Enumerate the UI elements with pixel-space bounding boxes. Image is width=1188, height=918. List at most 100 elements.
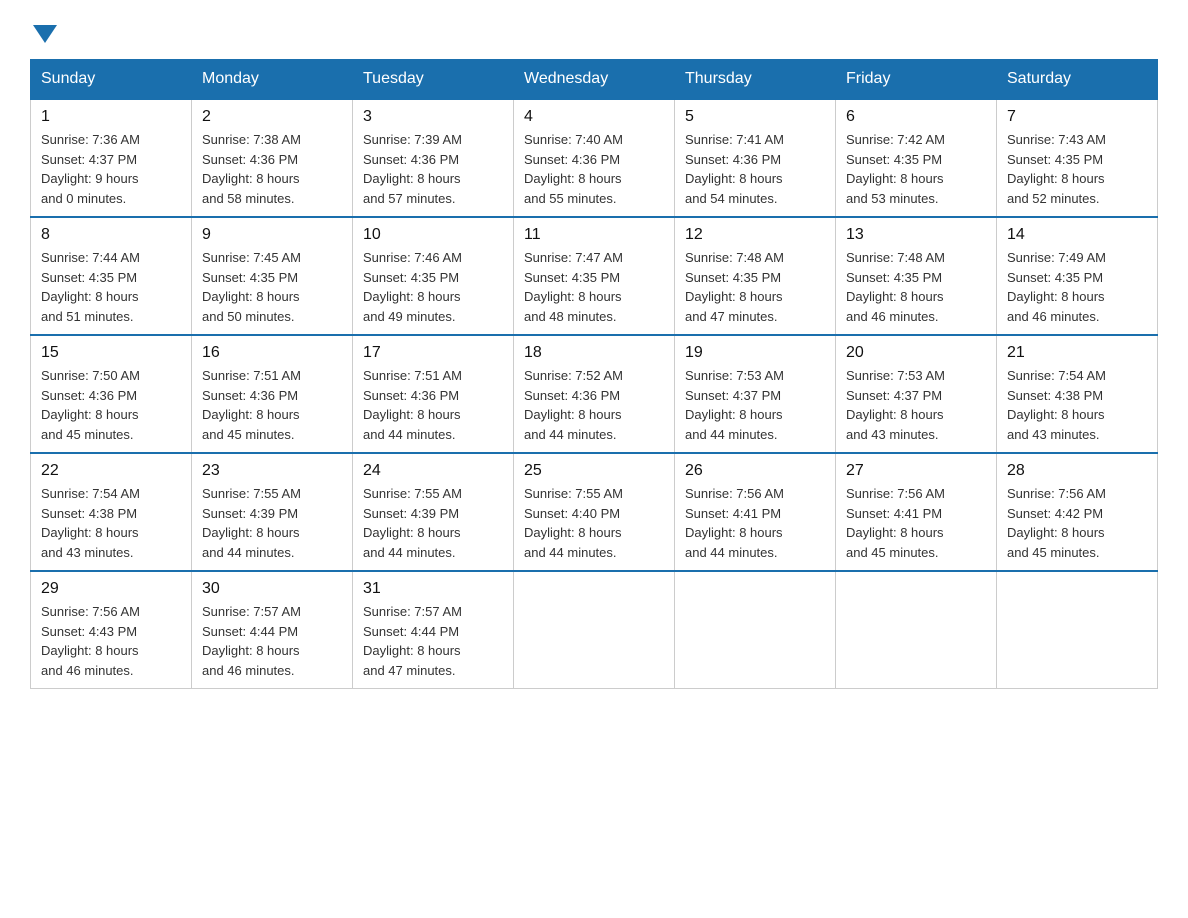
- calendar-cell: 17 Sunrise: 7:51 AMSunset: 4:36 PMDayligh…: [353, 335, 514, 453]
- calendar-cell: 19 Sunrise: 7:53 AMSunset: 4:37 PMDayligh…: [675, 335, 836, 453]
- day-number: 10: [363, 226, 503, 244]
- day-info: Sunrise: 7:41 AMSunset: 4:36 PMDaylight:…: [685, 130, 825, 208]
- calendar-table: SundayMondayTuesdayWednesdayThursdayFrid…: [30, 59, 1158, 689]
- day-number: 15: [41, 344, 181, 362]
- day-number: 7: [1007, 108, 1147, 126]
- week-row-5: 29 Sunrise: 7:56 AMSunset: 4:43 PMDayligh…: [31, 571, 1158, 689]
- day-number: 5: [685, 108, 825, 126]
- day-info: Sunrise: 7:47 AMSunset: 4:35 PMDaylight:…: [524, 248, 664, 326]
- calendar-cell: [514, 571, 675, 689]
- day-info: Sunrise: 7:54 AMSunset: 4:38 PMDaylight:…: [41, 484, 181, 562]
- calendar-cell: 28 Sunrise: 7:56 AMSunset: 4:42 PMDayligh…: [997, 453, 1158, 571]
- day-number: 6: [846, 108, 986, 126]
- day-number: 26: [685, 462, 825, 480]
- day-number: 30: [202, 580, 342, 598]
- column-header-friday: Friday: [836, 60, 997, 100]
- day-info: Sunrise: 7:55 AMSunset: 4:39 PMDaylight:…: [363, 484, 503, 562]
- calendar-cell: 9 Sunrise: 7:45 AMSunset: 4:35 PMDaylight…: [192, 217, 353, 335]
- calendar-cell: 1 Sunrise: 7:36 AMSunset: 4:37 PMDaylight…: [31, 99, 192, 217]
- day-info: Sunrise: 7:43 AMSunset: 4:35 PMDaylight:…: [1007, 130, 1147, 208]
- day-info: Sunrise: 7:36 AMSunset: 4:37 PMDaylight:…: [41, 130, 181, 208]
- day-info: Sunrise: 7:54 AMSunset: 4:38 PMDaylight:…: [1007, 366, 1147, 444]
- calendar-cell: 13 Sunrise: 7:48 AMSunset: 4:35 PMDayligh…: [836, 217, 997, 335]
- day-number: 8: [41, 226, 181, 244]
- calendar-cell: [675, 571, 836, 689]
- column-header-saturday: Saturday: [997, 60, 1158, 100]
- day-number: 2: [202, 108, 342, 126]
- day-info: Sunrise: 7:56 AMSunset: 4:41 PMDaylight:…: [846, 484, 986, 562]
- day-info: Sunrise: 7:45 AMSunset: 4:35 PMDaylight:…: [202, 248, 342, 326]
- calendar-cell: 5 Sunrise: 7:41 AMSunset: 4:36 PMDaylight…: [675, 99, 836, 217]
- calendar-cell: 14 Sunrise: 7:49 AMSunset: 4:35 PMDayligh…: [997, 217, 1158, 335]
- day-info: Sunrise: 7:44 AMSunset: 4:35 PMDaylight:…: [41, 248, 181, 326]
- day-info: Sunrise: 7:49 AMSunset: 4:35 PMDaylight:…: [1007, 248, 1147, 326]
- day-info: Sunrise: 7:50 AMSunset: 4:36 PMDaylight:…: [41, 366, 181, 444]
- calendar-cell: 16 Sunrise: 7:51 AMSunset: 4:36 PMDayligh…: [192, 335, 353, 453]
- calendar-cell: 30 Sunrise: 7:57 AMSunset: 4:44 PMDayligh…: [192, 571, 353, 689]
- calendar-cell: 6 Sunrise: 7:42 AMSunset: 4:35 PMDaylight…: [836, 99, 997, 217]
- calendar-cell: 8 Sunrise: 7:44 AMSunset: 4:35 PMDaylight…: [31, 217, 192, 335]
- week-row-3: 15 Sunrise: 7:50 AMSunset: 4:36 PMDayligh…: [31, 335, 1158, 453]
- week-row-1: 1 Sunrise: 7:36 AMSunset: 4:37 PMDaylight…: [31, 99, 1158, 217]
- day-info: Sunrise: 7:51 AMSunset: 4:36 PMDaylight:…: [202, 366, 342, 444]
- day-number: 9: [202, 226, 342, 244]
- day-info: Sunrise: 7:56 AMSunset: 4:43 PMDaylight:…: [41, 602, 181, 680]
- day-info: Sunrise: 7:55 AMSunset: 4:40 PMDaylight:…: [524, 484, 664, 562]
- calendar-cell: 2Sunrise: 7:38 AMSunset: 4:36 PMDaylight…: [192, 99, 353, 217]
- day-info: Sunrise: 7:48 AMSunset: 4:35 PMDaylight:…: [846, 248, 986, 326]
- day-number: 27: [846, 462, 986, 480]
- day-number: 29: [41, 580, 181, 598]
- day-number: 23: [202, 462, 342, 480]
- column-header-wednesday: Wednesday: [514, 60, 675, 100]
- day-number: 22: [41, 462, 181, 480]
- calendar-cell: 11 Sunrise: 7:47 AMSunset: 4:35 PMDayligh…: [514, 217, 675, 335]
- day-number: 16: [202, 344, 342, 362]
- day-info: Sunrise: 7:42 AMSunset: 4:35 PMDaylight:…: [846, 130, 986, 208]
- day-info: Sunrise: 7:57 AMSunset: 4:44 PMDaylight:…: [363, 602, 503, 680]
- logo: [30, 20, 57, 39]
- calendar-cell: 27 Sunrise: 7:56 AMSunset: 4:41 PMDayligh…: [836, 453, 997, 571]
- day-number: 25: [524, 462, 664, 480]
- calendar-cell: 25 Sunrise: 7:55 AMSunset: 4:40 PMDayligh…: [514, 453, 675, 571]
- day-number: 18: [524, 344, 664, 362]
- calendar-cell: 12 Sunrise: 7:48 AMSunset: 4:35 PMDayligh…: [675, 217, 836, 335]
- column-header-tuesday: Tuesday: [353, 60, 514, 100]
- week-row-4: 22 Sunrise: 7:54 AMSunset: 4:38 PMDayligh…: [31, 453, 1158, 571]
- day-number: 28: [1007, 462, 1147, 480]
- calendar-cell: 15 Sunrise: 7:50 AMSunset: 4:36 PMDayligh…: [31, 335, 192, 453]
- column-header-thursday: Thursday: [675, 60, 836, 100]
- week-row-2: 8 Sunrise: 7:44 AMSunset: 4:35 PMDaylight…: [31, 217, 1158, 335]
- calendar-cell: 31Sunrise: 7:57 AMSunset: 4:44 PMDayligh…: [353, 571, 514, 689]
- calendar-cell: 10 Sunrise: 7:46 AMSunset: 4:35 PMDayligh…: [353, 217, 514, 335]
- day-info: Sunrise: 7:53 AMSunset: 4:37 PMDaylight:…: [685, 366, 825, 444]
- day-info: Sunrise: 7:46 AMSunset: 4:35 PMDaylight:…: [363, 248, 503, 326]
- day-info: Sunrise: 7:52 AMSunset: 4:36 PMDaylight:…: [524, 366, 664, 444]
- calendar-cell: 4 Sunrise: 7:40 AMSunset: 4:36 PMDaylight…: [514, 99, 675, 217]
- day-number: 13: [846, 226, 986, 244]
- calendar-header-row: SundayMondayTuesdayWednesdayThursdayFrid…: [31, 60, 1158, 100]
- calendar-cell: 3Sunrise: 7:39 AMSunset: 4:36 PMDaylight…: [353, 99, 514, 217]
- day-number: 11: [524, 226, 664, 244]
- calendar-cell: 23 Sunrise: 7:55 AMSunset: 4:39 PMDayligh…: [192, 453, 353, 571]
- day-info: Sunrise: 7:57 AMSunset: 4:44 PMDaylight:…: [202, 602, 342, 680]
- day-number: 17: [363, 344, 503, 362]
- calendar-cell: 29 Sunrise: 7:56 AMSunset: 4:43 PMDayligh…: [31, 571, 192, 689]
- calendar-cell: 7 Sunrise: 7:43 AMSunset: 4:35 PMDaylight…: [997, 99, 1158, 217]
- day-info: Sunrise: 7:48 AMSunset: 4:35 PMDaylight:…: [685, 248, 825, 326]
- day-info: Sunrise: 7:39 AMSunset: 4:36 PMDaylight:…: [363, 130, 503, 208]
- day-info: Sunrise: 7:51 AMSunset: 4:36 PMDaylight:…: [363, 366, 503, 444]
- day-number: 14: [1007, 226, 1147, 244]
- calendar-cell: 20 Sunrise: 7:53 AMSunset: 4:37 PMDayligh…: [836, 335, 997, 453]
- calendar-cell: 22 Sunrise: 7:54 AMSunset: 4:38 PMDayligh…: [31, 453, 192, 571]
- day-info: Sunrise: 7:56 AMSunset: 4:41 PMDaylight:…: [685, 484, 825, 562]
- day-info: Sunrise: 7:56 AMSunset: 4:42 PMDaylight:…: [1007, 484, 1147, 562]
- day-info: Sunrise: 7:40 AMSunset: 4:36 PMDaylight:…: [524, 130, 664, 208]
- day-number: 1: [41, 108, 181, 126]
- day-info: Sunrise: 7:53 AMSunset: 4:37 PMDaylight:…: [846, 366, 986, 444]
- day-number: 12: [685, 226, 825, 244]
- day-info: Sunrise: 7:55 AMSunset: 4:39 PMDaylight:…: [202, 484, 342, 562]
- calendar-cell: 21Sunrise: 7:54 AMSunset: 4:38 PMDayligh…: [997, 335, 1158, 453]
- day-number: 19: [685, 344, 825, 362]
- day-number: 20: [846, 344, 986, 362]
- day-number: 4: [524, 108, 664, 126]
